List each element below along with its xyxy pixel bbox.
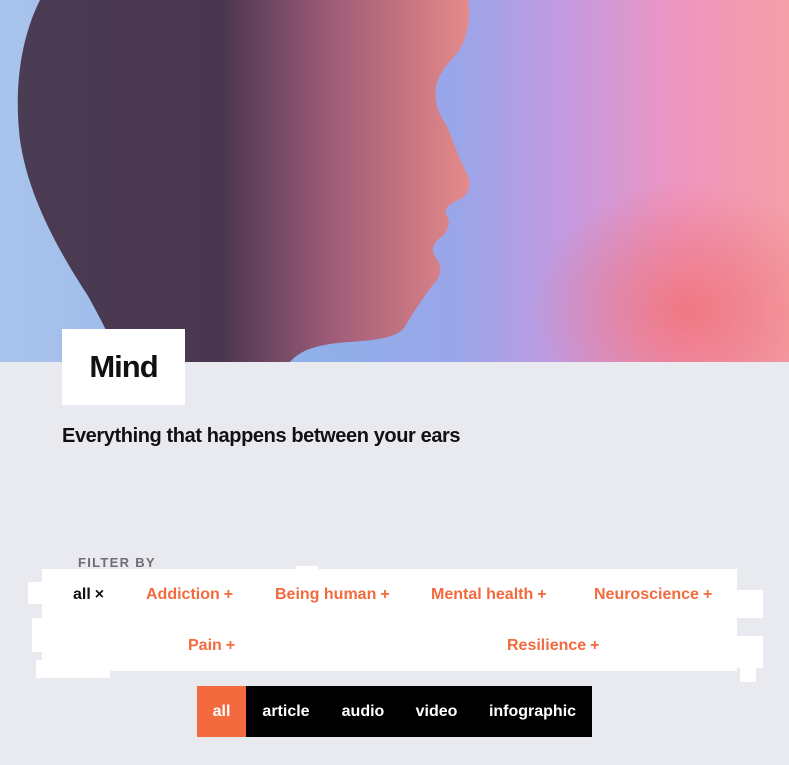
plus-icon: + <box>590 637 600 654</box>
plus-icon: + <box>225 637 236 654</box>
filter-tag-label: Pain <box>188 637 222 654</box>
panel-edge-decoration <box>28 582 48 604</box>
filter-tag-label: Neuroscience <box>594 586 699 603</box>
page-title-box: Mind <box>62 329 185 405</box>
format-video-button[interactable]: video <box>400 686 473 737</box>
filter-tag-label: Being human <box>275 586 377 603</box>
plus-icon: + <box>702 586 713 603</box>
format-audio-button[interactable]: audio <box>326 686 400 737</box>
filter-tag-resilience[interactable]: Resilience + <box>507 637 600 655</box>
panel-edge-decoration <box>735 636 763 668</box>
head-profile-shape <box>17 0 470 362</box>
head-silhouette-illustration <box>17 0 470 362</box>
format-infographic-button[interactable]: infographic <box>473 686 592 737</box>
panel-edge-decoration <box>296 566 318 572</box>
panel-edge-decoration <box>740 668 756 682</box>
format-filter-bar: all article audio video infographic <box>197 686 592 737</box>
panel-edge-decoration <box>735 590 763 618</box>
page-title: Mind <box>89 349 158 384</box>
filter-by-label: FILTER BY <box>78 555 156 570</box>
plus-icon: + <box>223 586 234 603</box>
panel-edge-decoration <box>32 618 48 652</box>
hero-illustration <box>0 0 789 362</box>
filter-tag-addiction[interactable]: Addiction + <box>146 586 233 604</box>
format-article-button[interactable]: article <box>246 686 326 737</box>
format-all-button[interactable]: all <box>197 686 246 737</box>
plus-icon: + <box>380 586 390 603</box>
panel-edge-decoration <box>36 660 110 678</box>
filter-tag-being-human[interactable]: Being human + <box>275 586 390 604</box>
filter-tag-all[interactable]: all × <box>73 586 104 604</box>
filter-tag-neuroscience[interactable]: Neuroscience + <box>594 586 712 604</box>
filter-tag-label: Resilience <box>507 637 587 654</box>
filter-tag-label: Mental health <box>431 586 534 603</box>
filter-tags-panel <box>42 569 737 671</box>
filter-tag-label: all <box>73 586 91 603</box>
remove-icon: × <box>94 586 105 603</box>
page-subtitle: Everything that happens between your ear… <box>62 425 461 447</box>
filter-tag-pain[interactable]: Pain + <box>188 637 235 655</box>
filter-tag-mental-health[interactable]: Mental health + <box>431 586 547 604</box>
plus-icon: + <box>537 586 547 603</box>
filter-tag-label: Addiction <box>146 586 220 603</box>
